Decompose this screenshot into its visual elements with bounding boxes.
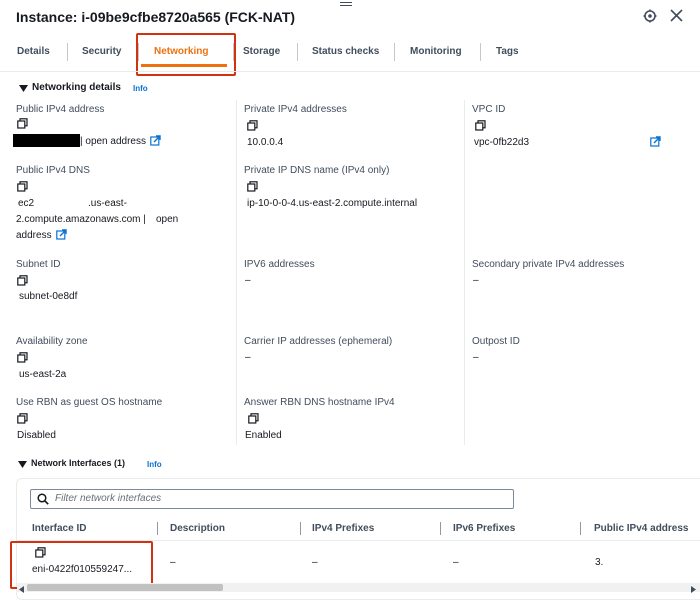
interface-highlight-box xyxy=(10,541,153,589)
secondary-private-ipv4-label: Secondary private IPv4 addresses xyxy=(472,259,625,270)
rbn-hostname-label: Use RBN as guest OS hostname xyxy=(16,397,163,408)
answer-rbn-value: Enabled xyxy=(245,430,282,441)
external-link-icon[interactable] xyxy=(650,136,661,150)
private-ip-dns-name-label: Private IP DNS name (IPv4 only) xyxy=(244,165,390,176)
open-address-link-dns[interactable]: open xyxy=(156,214,178,225)
settings-icon[interactable] xyxy=(643,9,657,26)
public-ipv4-address-label: Public IPv4 address xyxy=(16,104,105,115)
search-input[interactable]: Filter network interfaces xyxy=(55,493,161,504)
tab-details[interactable]: Details xyxy=(17,46,50,57)
vpc-id-label: VPC ID xyxy=(472,104,506,115)
ipv6-addresses-label: IPV6 addresses xyxy=(244,259,315,270)
search-input-box[interactable]: Filter network interfaces xyxy=(30,489,514,509)
collapse-caret-icon[interactable] xyxy=(19,84,28,96)
copy-icon[interactable] xyxy=(17,275,28,286)
drag-handle[interactable] xyxy=(340,2,352,7)
tab-tags[interactable]: Tags xyxy=(496,46,519,57)
private-ip-dns-name-value: ip-10-0-0-4.us-east-2.compute.internal xyxy=(247,198,418,209)
redacted-block xyxy=(13,134,80,147)
column-header-ipv4-prefixes[interactable]: IPv4 Prefixes xyxy=(312,523,374,534)
tab-highlight-box xyxy=(136,33,236,76)
collapse-caret-icon[interactable] xyxy=(18,460,27,472)
open-address-link[interactable]: | open address xyxy=(80,136,146,147)
external-link-icon[interactable] xyxy=(150,135,161,149)
copy-icon[interactable] xyxy=(17,181,28,192)
copy-icon[interactable] xyxy=(475,120,486,131)
copy-icon[interactable] xyxy=(247,120,258,131)
open-address-link-dns-2[interactable]: address xyxy=(16,230,52,241)
column-header-ipv6-prefixes[interactable]: IPv6 Prefixes xyxy=(453,523,515,534)
network-interfaces-info-link[interactable]: Info xyxy=(147,460,162,469)
public-ipv4-dns-line2: 2.compute.amazonaws.com | xyxy=(16,214,146,225)
tab-storage[interactable]: Storage xyxy=(243,46,280,57)
carrier-ip-value: – xyxy=(245,352,251,363)
networking-details-info-link[interactable]: Info xyxy=(133,84,148,93)
public-ipv4-cell: 3. xyxy=(595,557,604,568)
close-icon[interactable] xyxy=(670,9,683,25)
availability-zone-value: us-east-2a xyxy=(19,369,67,380)
copy-icon[interactable] xyxy=(247,181,258,192)
answer-rbn-label: Answer RBN DNS hostname IPv4 xyxy=(244,397,395,408)
rbn-hostname-value: Disabled xyxy=(17,430,56,441)
secondary-private-ipv4-value: – xyxy=(473,275,479,286)
copy-icon[interactable] xyxy=(248,413,259,424)
outpost-id-label: Outpost ID xyxy=(472,336,520,347)
ipv4-prefixes-cell: – xyxy=(312,557,318,568)
column-header-interface-id[interactable]: Interface ID xyxy=(32,523,86,534)
scroll-right-arrow[interactable] xyxy=(691,584,697,596)
public-ipv4-dns-part2: .us-east- xyxy=(88,198,127,209)
public-ipv4-dns-part1: ec2 xyxy=(18,198,35,209)
availability-zone-label: Availability zone xyxy=(16,336,88,347)
tab-security[interactable]: Security xyxy=(82,46,121,57)
column-header-public-ipv4[interactable]: Public IPv4 address xyxy=(594,523,689,534)
horizontal-scrollbar[interactable] xyxy=(17,583,700,593)
network-interfaces-heading: Network Interfaces (1) xyxy=(31,458,126,468)
scrollbar-thumb[interactable] xyxy=(27,584,223,591)
vpc-id-link[interactable]: vpc-0fb22d3 xyxy=(474,137,529,148)
networking-details-heading: Networking details xyxy=(32,82,121,93)
public-ipv4-dns-label: Public IPv4 DNS xyxy=(16,165,90,176)
search-icon xyxy=(37,493,49,508)
tab-monitoring[interactable]: Monitoring xyxy=(410,46,462,57)
copy-icon[interactable] xyxy=(17,118,28,129)
private-ipv4-address-value: 10.0.0.4 xyxy=(247,137,284,148)
scroll-left-arrow[interactable] xyxy=(19,584,25,596)
copy-icon[interactable] xyxy=(17,352,28,363)
ipv6-prefixes-cell: – xyxy=(453,557,459,568)
subnet-id-label: Subnet ID xyxy=(16,259,61,270)
ipv6-addresses-value: – xyxy=(245,275,251,286)
copy-icon[interactable] xyxy=(17,413,28,424)
column-header-description[interactable]: Description xyxy=(170,523,225,534)
tabs-divider xyxy=(0,71,700,72)
page-title: Instance: i-09be9cfbe8720a565 (FCK-NAT) xyxy=(16,9,296,25)
carrier-ip-label: Carrier IP addresses (ephemeral) xyxy=(244,336,393,347)
external-link-icon[interactable] xyxy=(56,229,67,243)
subnet-id-link[interactable]: subnet-0e8df xyxy=(19,291,77,302)
private-ipv4-addresses-label: Private IPv4 addresses xyxy=(244,104,347,115)
description-cell: – xyxy=(170,557,176,568)
outpost-id-value: – xyxy=(473,352,479,363)
tab-status-checks[interactable]: Status checks xyxy=(312,46,379,57)
